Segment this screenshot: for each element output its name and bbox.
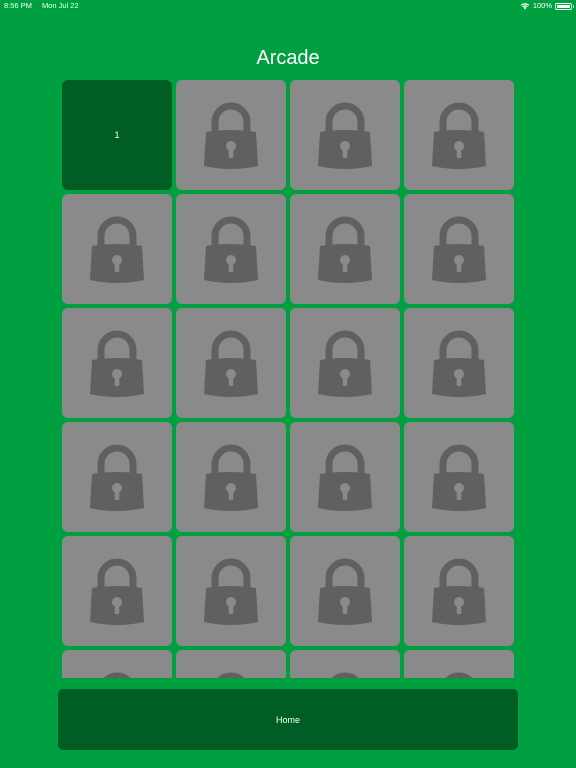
lock-icon bbox=[432, 102, 486, 169]
level-tile-locked[interactable] bbox=[290, 536, 400, 646]
level-tile-locked[interactable] bbox=[404, 536, 514, 646]
level-tile-locked[interactable] bbox=[176, 80, 286, 190]
level-tile-locked[interactable] bbox=[404, 308, 514, 418]
lock-icon bbox=[432, 558, 486, 625]
level-tile-locked[interactable] bbox=[404, 422, 514, 532]
level-tile-locked[interactable] bbox=[62, 422, 172, 532]
lock-icon bbox=[432, 216, 486, 283]
level-tile-locked[interactable] bbox=[290, 194, 400, 304]
level-tile-locked[interactable] bbox=[62, 194, 172, 304]
level-tile-locked[interactable] bbox=[290, 422, 400, 532]
lock-icon bbox=[318, 216, 372, 283]
lock-icon bbox=[432, 444, 486, 511]
battery-percent: 100% bbox=[532, 1, 552, 10]
status-time: 8:56 PM bbox=[4, 1, 32, 10]
lock-icon bbox=[318, 102, 372, 169]
level-tile-locked[interactable] bbox=[290, 80, 400, 190]
lock-icon bbox=[318, 444, 372, 511]
level-grid: 1 bbox=[62, 80, 516, 678]
status-left: 8:56 PM Mon Jul 22 bbox=[4, 0, 79, 12]
level-tile-unlocked[interactable]: 1 bbox=[62, 80, 172, 190]
lock-icon bbox=[90, 558, 144, 625]
lock-icon bbox=[318, 558, 372, 625]
lock-icon bbox=[90, 444, 144, 511]
battery-icon bbox=[555, 2, 574, 10]
lock-icon bbox=[204, 558, 258, 625]
lock-icon bbox=[204, 216, 258, 283]
level-tile-locked[interactable] bbox=[290, 650, 400, 678]
status-date: Mon Jul 22 bbox=[41, 1, 79, 10]
lock-icon bbox=[90, 216, 144, 283]
status-bar: 8:56 PM Mon Jul 22 100% bbox=[0, 0, 576, 14]
lock-icon bbox=[103, 672, 131, 678]
level-tile-locked[interactable] bbox=[62, 650, 172, 678]
page-title: Arcade bbox=[256, 47, 320, 69]
level-tile-locked[interactable] bbox=[176, 650, 286, 678]
level-tile-locked[interactable] bbox=[176, 194, 286, 304]
level-tile-locked[interactable] bbox=[176, 536, 286, 646]
status-right: 100% bbox=[520, 0, 574, 12]
lock-icon bbox=[432, 330, 486, 397]
lock-icon bbox=[90, 330, 144, 397]
level-tile-locked[interactable] bbox=[176, 422, 286, 532]
wifi-icon bbox=[520, 2, 530, 10]
level-tile-locked[interactable] bbox=[62, 308, 172, 418]
lock-icon bbox=[204, 102, 258, 169]
level-tile-locked[interactable] bbox=[290, 308, 400, 418]
level-tile-locked[interactable] bbox=[62, 536, 172, 646]
battery-fill bbox=[557, 4, 570, 8]
level-grid-scroll[interactable]: 1 bbox=[62, 80, 516, 678]
level-number: 1 bbox=[114, 130, 120, 140]
lock-icon bbox=[217, 672, 245, 678]
lock-icon bbox=[204, 330, 258, 397]
lock-icon bbox=[331, 672, 359, 678]
lock-icon bbox=[445, 672, 473, 678]
level-tile-locked[interactable] bbox=[404, 80, 514, 190]
home-button[interactable]: Home bbox=[58, 689, 518, 750]
level-tile-locked[interactable] bbox=[404, 194, 514, 304]
level-tile-locked[interactable] bbox=[404, 650, 514, 678]
lock-icon bbox=[318, 330, 372, 397]
lock-icon bbox=[204, 444, 258, 511]
level-tile-locked[interactable] bbox=[176, 308, 286, 418]
